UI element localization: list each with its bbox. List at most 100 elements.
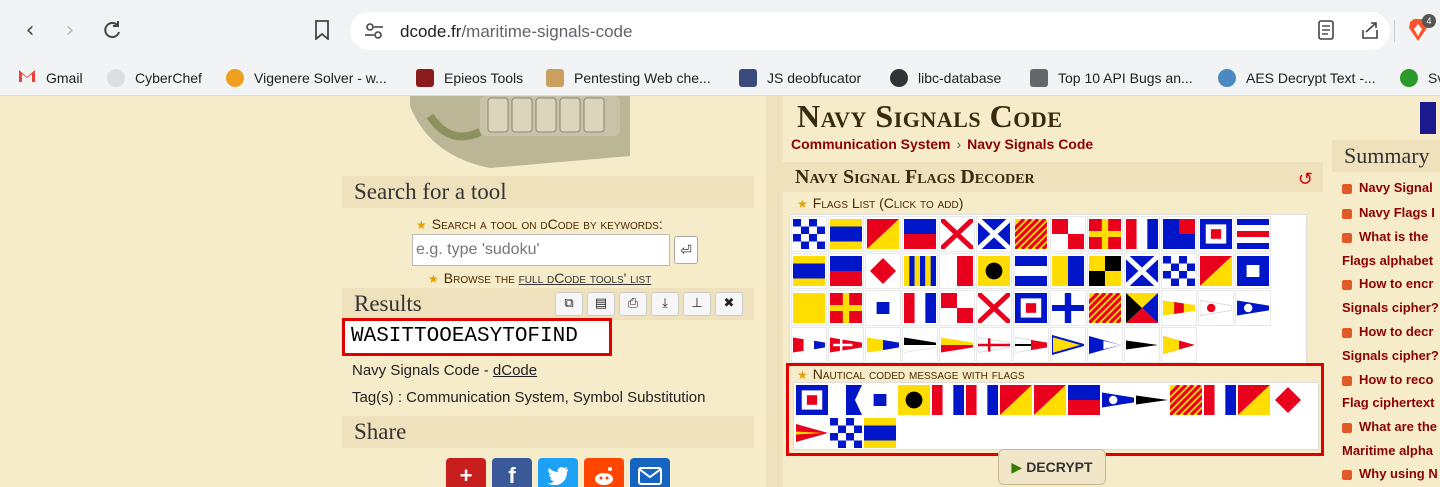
summary-item[interactable]: How to encr: [1342, 276, 1433, 291]
signal-flag-button[interactable]: [1161, 327, 1197, 363]
signal-flag-button[interactable]: [1087, 216, 1123, 252]
signal-flag-button[interactable]: [865, 290, 901, 326]
email-icon[interactable]: [630, 458, 670, 487]
signal-flag-button[interactable]: [791, 327, 827, 363]
signal-flag-button[interactable]: [828, 216, 864, 252]
signal-flag-button[interactable]: [828, 327, 864, 363]
signal-flag-button[interactable]: [902, 290, 938, 326]
message-flag[interactable]: [1271, 384, 1304, 416]
signal-flag-button[interactable]: [1050, 253, 1086, 289]
signal-flag-button[interactable]: [1235, 290, 1271, 326]
bookmark-libc-database[interactable]: libc-database: [890, 66, 1001, 90]
summary-item[interactable]: Signals cipher?: [1342, 348, 1439, 363]
signal-flag-button[interactable]: [1087, 327, 1123, 363]
summary-item[interactable]: How to reco: [1342, 372, 1433, 387]
signal-flag-button[interactable]: [939, 216, 975, 252]
message-flag[interactable]: [863, 417, 896, 449]
bookmark-epieos[interactable]: Epieos Tools: [416, 66, 523, 90]
signal-flag-button[interactable]: [976, 253, 1012, 289]
download-icon[interactable]: ⤓: [651, 292, 679, 316]
bookmark-api-bugs[interactable]: Top 10 API Bugs an...: [1030, 66, 1193, 90]
save-icon[interactable]: ▤: [587, 292, 615, 316]
signal-flag-button[interactable]: [939, 253, 975, 289]
reddit-icon[interactable]: [584, 458, 624, 487]
breadcrumb-navy-signals-code[interactable]: Navy Signals Code: [967, 136, 1093, 152]
share-icon[interactable]: [1356, 16, 1384, 44]
message-flag[interactable]: [897, 384, 930, 416]
message-flag[interactable]: [965, 384, 998, 416]
signal-flag-button[interactable]: [1161, 216, 1197, 252]
back-icon[interactable]: ‹: [16, 16, 44, 44]
bookmark-js-deobfuscator[interactable]: JS deobfucator: [739, 66, 861, 90]
signal-flag-button[interactable]: [828, 290, 864, 326]
bookmark-cyberchef[interactable]: CyberChef: [107, 66, 202, 90]
site-settings-icon[interactable]: [364, 22, 384, 40]
summary-item[interactable]: How to decr: [1342, 324, 1433, 339]
message-flag[interactable]: [1203, 384, 1236, 416]
summary-item[interactable]: Signals cipher?: [1342, 300, 1439, 315]
signal-flag-button[interactable]: [1013, 327, 1049, 363]
signal-flag-button[interactable]: [1050, 327, 1086, 363]
signal-flag-button[interactable]: [1198, 216, 1234, 252]
signal-flag-button[interactable]: [1013, 253, 1049, 289]
message-flag[interactable]: [1067, 384, 1100, 416]
close-icon[interactable]: ✖: [715, 292, 743, 316]
signal-flag-button[interactable]: [1161, 253, 1197, 289]
message-flag[interactable]: [999, 384, 1032, 416]
summary-item[interactable]: What is the: [1342, 229, 1428, 244]
signal-flag-button[interactable]: [976, 290, 1012, 326]
message-flag[interactable]: [931, 384, 964, 416]
signal-flag-button[interactable]: [828, 253, 864, 289]
message-flag[interactable]: [795, 417, 828, 449]
bookmark-sv[interactable]: Sv: [1400, 66, 1440, 90]
bookmark-vigenere[interactable]: Vigenere Solver - w...: [226, 66, 387, 90]
signal-flag-button[interactable]: [865, 253, 901, 289]
signal-flag-button[interactable]: [865, 327, 901, 363]
message-flag[interactable]: [1033, 384, 1066, 416]
signal-flag-button[interactable]: [939, 290, 975, 326]
signal-flag-button[interactable]: [1124, 216, 1160, 252]
refresh-icon[interactable]: ↺: [1298, 164, 1313, 194]
signal-flag-button[interactable]: [939, 327, 975, 363]
summary-item[interactable]: Maritime alpha: [1342, 443, 1433, 458]
signal-flag-button[interactable]: [902, 327, 938, 363]
message-flag[interactable]: [1169, 384, 1202, 416]
bookmark-gmail[interactable]: Gmail: [18, 66, 83, 90]
plus-share-icon[interactable]: +: [446, 458, 486, 487]
signal-flag-button[interactable]: [865, 216, 901, 252]
signal-flag-button[interactable]: [1050, 216, 1086, 252]
signal-flag-button[interactable]: [1235, 253, 1271, 289]
pin-icon[interactable]: ⊥: [683, 292, 711, 316]
message-flag[interactable]: [829, 384, 862, 416]
summary-item[interactable]: What are the: [1342, 419, 1437, 434]
signal-flag-button[interactable]: [1235, 216, 1271, 252]
signal-flag-button[interactable]: [1050, 290, 1086, 326]
facebook-icon[interactable]: f: [492, 458, 532, 487]
summary-item[interactable]: Navy Signal: [1342, 180, 1433, 195]
signal-flag-button[interactable]: [791, 216, 827, 252]
signal-flag-button[interactable]: [1124, 290, 1160, 326]
reader-mode-icon[interactable]: [1312, 16, 1340, 44]
reload-icon[interactable]: [98, 16, 126, 44]
message-flags[interactable]: [793, 382, 1319, 450]
tool-search-input[interactable]: e.g. type 'sudoku': [412, 234, 670, 266]
bookmark-pentesting[interactable]: Pentesting Web che...: [546, 66, 711, 90]
address-bar[interactable]: dcode.fr/maritime-signals-code: [350, 12, 1390, 50]
signal-flag-button[interactable]: [1013, 216, 1049, 252]
forward-icon[interactable]: ›: [56, 16, 84, 44]
search-submit-button[interactable]: ⏎: [674, 236, 698, 264]
bookmark-icon[interactable]: [308, 16, 336, 44]
brave-shields-icon[interactable]: 4: [1404, 14, 1436, 44]
copy-icon[interactable]: ⧉: [555, 292, 583, 316]
signal-flag-button[interactable]: [1198, 290, 1234, 326]
signal-flag-button[interactable]: [1161, 290, 1197, 326]
bookmark-aes-decrypt[interactable]: AES Decrypt Text -...: [1218, 66, 1376, 90]
signal-flag-button[interactable]: [1087, 290, 1123, 326]
message-flag[interactable]: [829, 417, 862, 449]
signal-flag-button[interactable]: [902, 253, 938, 289]
print-icon[interactable]: ⎙: [619, 292, 647, 316]
signal-flag-button[interactable]: [1087, 253, 1123, 289]
message-flag[interactable]: [1101, 384, 1134, 416]
signal-flag-button[interactable]: [1124, 253, 1160, 289]
dcode-link[interactable]: dCode: [493, 362, 537, 379]
